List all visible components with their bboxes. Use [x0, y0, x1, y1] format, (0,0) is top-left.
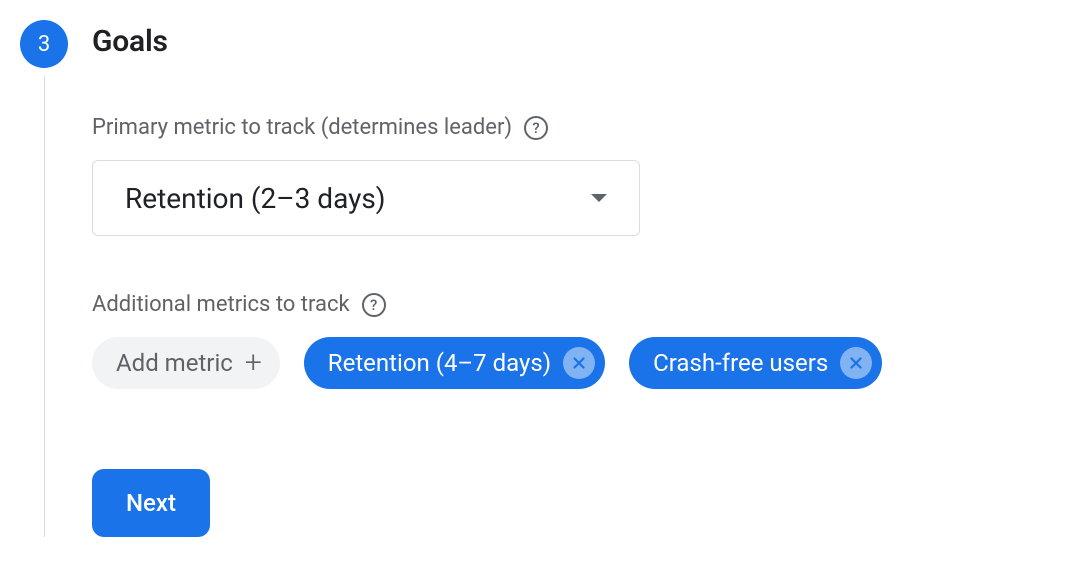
add-metric-chip[interactable]: Add metric +: [92, 337, 280, 389]
step-indicator-column: 3: [20, 20, 68, 537]
primary-metric-label-row: Primary metric to track (determines lead…: [92, 115, 1052, 140]
help-icon[interactable]: ?: [524, 116, 548, 140]
metric-chip-label: Crash-free users: [653, 349, 828, 377]
goals-section: 3 Goals Primary metric to track (determi…: [20, 20, 1052, 537]
primary-metric-select[interactable]: Retention (2–3 days): [92, 160, 640, 236]
plus-icon: +: [245, 348, 262, 378]
additional-metrics-label: Additional metrics to track: [92, 292, 350, 317]
metric-chip[interactable]: Crash-free users: [629, 337, 882, 389]
additional-metrics-label-row: Additional metrics to track ?: [92, 292, 1052, 317]
primary-metric-label: Primary metric to track (determines lead…: [92, 115, 512, 140]
primary-metric-value: Retention (2–3 days): [125, 182, 386, 215]
section-content: Goals Primary metric to track (determine…: [92, 20, 1052, 537]
remove-metric-button[interactable]: [840, 347, 872, 379]
next-button[interactable]: Next: [92, 469, 210, 537]
remove-metric-button[interactable]: [563, 347, 595, 379]
step-number-badge: 3: [20, 20, 68, 68]
metric-chips-row: Add metric + Retention (4–7 days) Crash-…: [92, 337, 1052, 389]
close-icon: [570, 354, 588, 372]
step-connector-line: [44, 76, 45, 537]
add-metric-label: Add metric: [116, 349, 233, 377]
close-icon: [847, 354, 865, 372]
metric-chip-label: Retention (4–7 days): [328, 349, 551, 377]
section-title: Goals: [92, 24, 1052, 59]
metric-chip[interactable]: Retention (4–7 days): [304, 337, 605, 389]
step-number: 3: [38, 32, 50, 57]
help-icon[interactable]: ?: [362, 293, 386, 317]
chevron-down-icon: [591, 194, 607, 202]
